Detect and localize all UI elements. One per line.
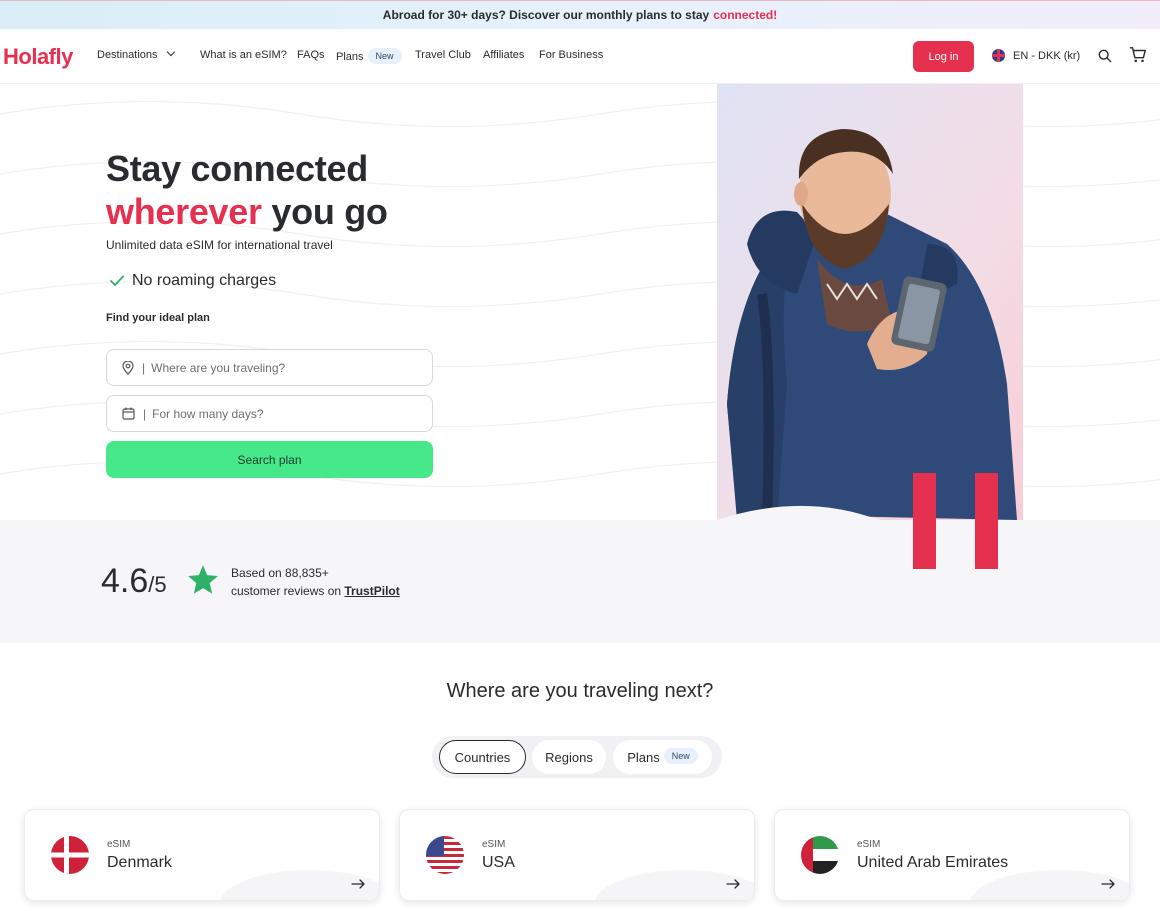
card-type-label: eSIM bbox=[857, 839, 881, 850]
card-type-label: eSIM bbox=[107, 839, 131, 850]
usa-flag-icon bbox=[426, 836, 464, 874]
destination-placeholder: Where are you traveling? bbox=[151, 360, 286, 375]
benefit-text: No roaming charges bbox=[132, 272, 277, 289]
hero-section: Stay connected wherever you go Unlimited… bbox=[0, 84, 1160, 520]
language-selector[interactable]: EN - DKK (kr) bbox=[992, 49, 1080, 62]
check-icon bbox=[110, 275, 124, 286]
country-card-usa[interactable]: eSIM USA bbox=[399, 809, 755, 901]
tab-plans[interactable]: Plans New bbox=[613, 740, 712, 774]
rating-score: 4.6/5 bbox=[101, 562, 167, 601]
login-button[interactable]: Log in bbox=[913, 41, 974, 72]
new-badge: New bbox=[367, 48, 402, 64]
reviews-section: 4.6/5 Based on 88,835+ customer reviews … bbox=[0, 473, 1160, 643]
find-plan-label: Find your ideal plan bbox=[106, 312, 210, 324]
rating-out-of: /5 bbox=[148, 572, 167, 597]
review-summary: Based on 88,835+ customer reviews on Tru… bbox=[231, 564, 400, 600]
country-card-uae[interactable]: eSIM United Arab Emirates bbox=[774, 809, 1130, 901]
card-country-name: USA bbox=[482, 854, 515, 871]
new-badge: New bbox=[663, 748, 698, 764]
destination-input[interactable]: | Where are you traveling? bbox=[106, 349, 433, 386]
destinations-heading: Where are you traveling next? bbox=[446, 680, 714, 702]
nav-affiliates[interactable]: Affiliates bbox=[483, 49, 524, 61]
nav-plans[interactable]: Plans New bbox=[336, 48, 402, 65]
arrow-right-icon bbox=[1101, 879, 1115, 889]
tab-plans-label: Plans bbox=[627, 749, 660, 765]
card-type-label: eSIM bbox=[482, 839, 506, 850]
traveler-photo bbox=[717, 84, 1023, 520]
nav-destinations-label: Destinations bbox=[97, 49, 158, 61]
nav-what-is-esim[interactable]: What is an eSIM? bbox=[200, 49, 287, 61]
tab-countries[interactable]: Countries bbox=[439, 740, 526, 774]
country-card-denmark[interactable]: eSIM Denmark bbox=[24, 809, 380, 901]
benefit-row: No roaming charges bbox=[110, 272, 276, 290]
cart-icon[interactable] bbox=[1129, 46, 1147, 64]
holafly-logo[interactable]: Holafly bbox=[3, 44, 73, 70]
hero-title-line1: Stay connected bbox=[106, 148, 368, 189]
promo-banner[interactable]: Abroad for 30+ days? Discover our monthl… bbox=[0, 0, 1160, 29]
nav-plans-label: Plans bbox=[336, 51, 364, 63]
search-plan-button[interactable]: Search plan bbox=[106, 441, 433, 478]
denmark-flag-icon bbox=[51, 836, 89, 874]
days-input[interactable]: | For how many days? bbox=[106, 395, 433, 432]
days-placeholder: For how many days? bbox=[152, 406, 264, 421]
language-label: EN - DKK (kr) bbox=[1013, 49, 1081, 62]
search-icon[interactable] bbox=[1098, 49, 1112, 63]
hero-title-rest: you go bbox=[271, 191, 388, 232]
hero-title: Stay connected wherever you go bbox=[106, 147, 388, 233]
review-count: Based on 88,835+ bbox=[231, 566, 329, 580]
banner-text: Abroad for 30+ days? Discover our monthl… bbox=[382, 8, 710, 22]
input-cursor-divider: | bbox=[142, 360, 146, 375]
rating-value: 4.6 bbox=[101, 562, 149, 600]
destination-tabs: Countries Regions Plans New bbox=[432, 736, 722, 778]
uk-flag-icon bbox=[992, 49, 1005, 62]
calendar-icon bbox=[122, 407, 135, 420]
location-pin-icon bbox=[122, 360, 134, 375]
hero-title-accent: wherever bbox=[106, 191, 262, 232]
main-nav: Holafly Destinations What is an eSIM? FA… bbox=[0, 29, 1160, 84]
banner-accent-link[interactable]: connected! bbox=[713, 8, 777, 22]
nav-travel-club[interactable]: Travel Club bbox=[415, 49, 471, 61]
chevron-down-icon bbox=[166, 47, 175, 57]
arrow-right-icon bbox=[726, 879, 740, 889]
hero-subtitle: Unlimited data eSIM for international tr… bbox=[106, 238, 333, 252]
nav-destinations[interactable]: Destinations bbox=[97, 47, 175, 61]
card-country-name: United Arab Emirates bbox=[857, 854, 1009, 871]
uae-flag-icon bbox=[801, 836, 839, 874]
nav-faqs[interactable]: FAQs bbox=[297, 49, 325, 61]
nav-for-business[interactable]: For Business bbox=[539, 49, 603, 61]
card-country-name: Denmark bbox=[107, 854, 172, 871]
trustpilot-link[interactable]: TrustPilot bbox=[344, 584, 399, 598]
tab-regions[interactable]: Regions bbox=[532, 740, 606, 774]
input-cursor-divider: | bbox=[143, 406, 147, 421]
review-caption: customer reviews on bbox=[231, 584, 342, 598]
star-icon bbox=[188, 565, 218, 594]
arrow-right-icon bbox=[351, 879, 365, 889]
